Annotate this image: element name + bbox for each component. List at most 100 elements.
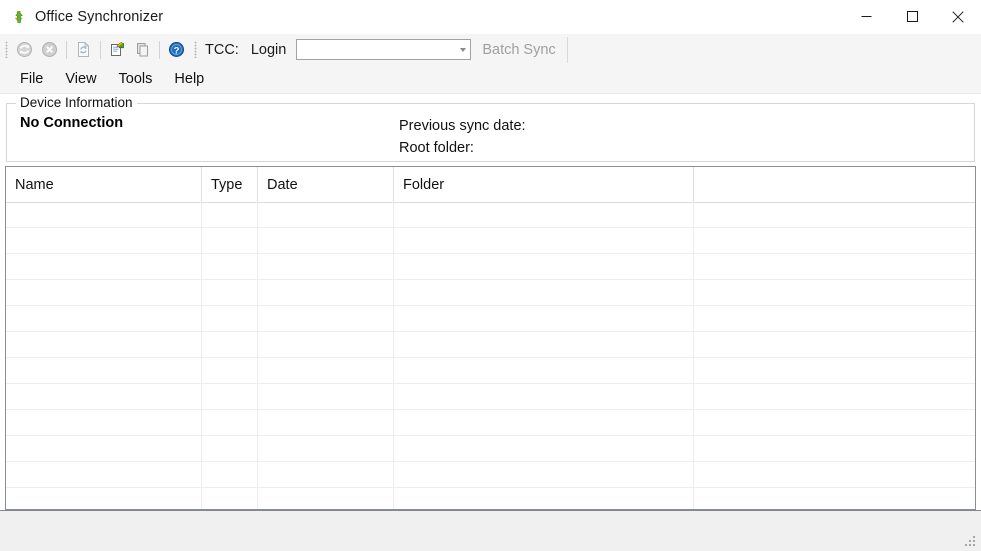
- table-cell: [394, 462, 694, 487]
- table-cell: [258, 306, 394, 331]
- column-header-folder[interactable]: Folder: [394, 167, 694, 202]
- table-cell: [394, 202, 694, 227]
- menu-item-file[interactable]: File: [9, 68, 54, 90]
- device-information-groupbox: Device Information No Connection Previou…: [6, 95, 975, 162]
- column-header-filler[interactable]: [694, 167, 975, 202]
- table-cell: [258, 254, 394, 279]
- table-row[interactable]: [6, 280, 975, 306]
- table-cell: [394, 384, 694, 409]
- batch-sync-button[interactable]: Batch Sync: [482, 42, 555, 58]
- column-header-name[interactable]: Name: [6, 167, 202, 202]
- table-cell: [6, 462, 202, 487]
- table-row[interactable]: [6, 254, 975, 280]
- table-cell: [258, 436, 394, 461]
- table-row[interactable]: [6, 410, 975, 436]
- toolbar-grip-handle-2[interactable]: [194, 41, 197, 58]
- table-cell: [202, 410, 258, 435]
- toolbar-separator: [100, 40, 101, 59]
- table-cell: [202, 384, 258, 409]
- table-cell: [258, 410, 394, 435]
- root-folder-label: Root folder:: [399, 140, 474, 156]
- chevron-down-icon: [460, 47, 467, 52]
- table-cell: [694, 436, 975, 461]
- table-cell: [202, 306, 258, 331]
- table-cell: [202, 254, 258, 279]
- device-information-details: Previous sync date: Root folder:: [399, 115, 526, 159]
- grip-dot: [973, 544, 975, 546]
- table-cell: [6, 436, 202, 461]
- table-cell: [694, 280, 975, 305]
- account-combo-box[interactable]: [296, 39, 472, 60]
- refresh-document-icon[interactable]: [72, 38, 95, 61]
- table-row[interactable]: [6, 202, 975, 228]
- list-view-body[interactable]: [6, 202, 975, 509]
- menu-item-tools[interactable]: Tools: [108, 68, 164, 90]
- table-cell: [394, 228, 694, 253]
- close-button[interactable]: [935, 0, 981, 33]
- table-cell: [258, 462, 394, 487]
- table-cell: [694, 488, 975, 509]
- grip-dot: [969, 544, 971, 546]
- menu-item-help[interactable]: Help: [163, 68, 215, 90]
- table-cell: [202, 280, 258, 305]
- title-bar: Office Synchronizer: [0, 0, 981, 34]
- table-row[interactable]: [6, 332, 975, 358]
- login-button[interactable]: Login: [251, 42, 286, 58]
- new-document-icon[interactable]: [106, 38, 129, 61]
- table-cell: [394, 358, 694, 383]
- table-cell: [258, 384, 394, 409]
- table-cell: [202, 332, 258, 357]
- toolbar: ? TCC: Login Batch Sync: [0, 34, 981, 65]
- help-icon[interactable]: ?: [165, 38, 188, 61]
- table-cell: [258, 332, 394, 357]
- table-cell: [202, 358, 258, 383]
- toolbar-grip-handle[interactable]: [5, 41, 8, 58]
- previous-sync-date-label: Previous sync date:: [399, 118, 526, 134]
- list-view-header: Name Type Date Folder: [6, 167, 975, 203]
- table-cell: [394, 332, 694, 357]
- connect-icon[interactable]: [13, 38, 36, 61]
- table-cell: [394, 410, 694, 435]
- minimize-button[interactable]: [843, 0, 889, 33]
- table-row[interactable]: [6, 462, 975, 488]
- table-cell: [6, 254, 202, 279]
- table-cell: [202, 202, 258, 227]
- table-cell: [694, 254, 975, 279]
- disconnect-icon[interactable]: [38, 38, 61, 61]
- tcc-label: TCC:: [205, 41, 239, 58]
- table-row[interactable]: [6, 306, 975, 332]
- table-cell: [258, 280, 394, 305]
- table-cell: [694, 384, 975, 409]
- table-cell: [202, 228, 258, 253]
- table-cell: [6, 228, 202, 253]
- grip-dot: [973, 536, 975, 538]
- table-cell: [394, 254, 694, 279]
- sync-arrows-icon: [11, 9, 27, 25]
- table-cell: [394, 280, 694, 305]
- menu-item-view[interactable]: View: [54, 68, 107, 90]
- table-row[interactable]: [6, 384, 975, 410]
- column-header-type[interactable]: Type: [202, 167, 258, 202]
- table-row[interactable]: [6, 228, 975, 254]
- copy-icon[interactable]: [131, 38, 154, 61]
- table-row[interactable]: [6, 436, 975, 462]
- table-cell: [694, 332, 975, 357]
- table-cell: [6, 202, 202, 227]
- file-list-view[interactable]: Name Type Date Folder: [5, 166, 976, 510]
- table-cell: [6, 358, 202, 383]
- table-cell: [6, 384, 202, 409]
- table-cell: [394, 488, 694, 509]
- table-row[interactable]: [6, 488, 975, 509]
- resize-grip-icon[interactable]: [965, 536, 978, 549]
- menu-bar: File View Tools Help: [0, 65, 981, 94]
- grip-dot: [969, 540, 971, 542]
- maximize-button[interactable]: [889, 0, 935, 33]
- table-cell: [694, 306, 975, 331]
- table-cell: [394, 306, 694, 331]
- table-cell: [694, 202, 975, 227]
- svg-text:?: ?: [174, 45, 180, 56]
- table-cell: [6, 306, 202, 331]
- toolbar-separator: [66, 40, 67, 59]
- table-row[interactable]: [6, 358, 975, 384]
- column-header-date[interactable]: Date: [258, 167, 394, 202]
